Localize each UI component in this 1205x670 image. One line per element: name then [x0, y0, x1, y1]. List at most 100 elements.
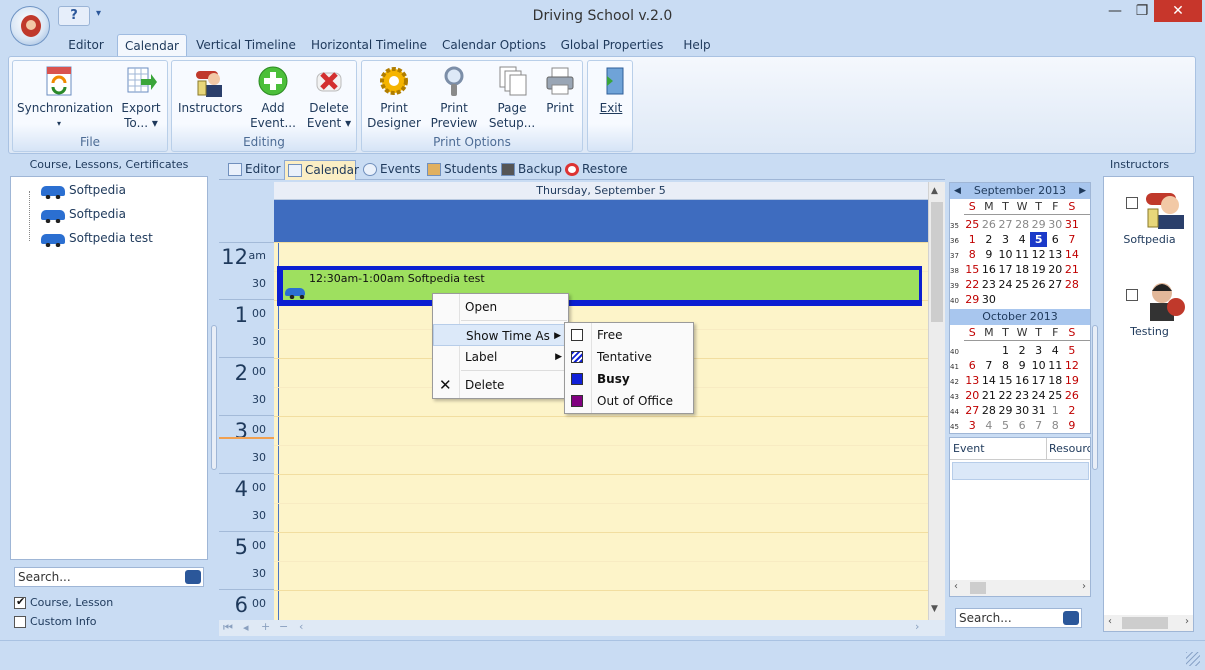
week-row: 42 13 14 15 16 17 18 19	[950, 374, 1079, 387]
resize-grip-icon[interactable]	[1186, 652, 1200, 666]
week-row: 38 15 16 17 18 19 20 21	[950, 263, 1079, 276]
exit-button[interactable]: Exit	[592, 65, 630, 116]
menu-item-tentative[interactable]: Tentative	[565, 346, 693, 368]
prev-month-icon[interactable]: ◀	[954, 183, 961, 199]
selected-day[interactable]: 5	[1030, 232, 1047, 247]
events-search-input[interactable]: Search...	[955, 608, 1082, 628]
mini-calendar: ◀ September 2013 ▶ SMTWTFS 35 25 26 27 28 29 3…	[949, 182, 1091, 434]
next-month-icon[interactable]: ▶	[1079, 183, 1086, 199]
context-menu: Open Show Time As ▶ Label ▶ ✕ Delete	[432, 293, 569, 399]
menu-item-label[interactable]: Label ▶	[433, 346, 568, 368]
instructors-list: Softpedia Testing ‹ ›	[1103, 176, 1194, 632]
group-label-editing: Editing	[243, 135, 285, 149]
tree-item[interactable]: Softpedia test	[41, 231, 153, 251]
instructors-panel-title: Instructors	[1110, 158, 1170, 171]
week-row: 37 8 9 10 11 12 13 14	[950, 248, 1079, 261]
week-row: 39 22 23 24 25 26 27 28	[950, 278, 1079, 291]
left-search-input[interactable]: Search...	[14, 567, 204, 587]
remove-icon[interactable]: −	[279, 620, 288, 633]
view-tab-calendar[interactable]: Calendar	[284, 160, 359, 180]
column-header-event[interactable]: Event	[953, 438, 985, 459]
right-splitter[interactable]	[1092, 325, 1098, 470]
view-tab-backup[interactable]: Backup	[498, 160, 562, 180]
minimize-button[interactable]: —	[1100, 0, 1130, 22]
week-row: 40 29 30	[950, 293, 996, 306]
menu-item-free[interactable]: Free	[565, 324, 693, 346]
week-row: 36 1 2 3 4 5 6 7	[950, 232, 1076, 247]
instructor-item[interactable]: Testing	[1104, 269, 1195, 349]
restore-button[interactable]: ❐	[1130, 0, 1154, 22]
hour-slot-label: 5 00 30	[219, 532, 274, 590]
students-icon	[427, 163, 441, 176]
nav-first-icon[interactable]: ⏮	[223, 621, 233, 635]
print-button[interactable]: Print	[540, 65, 580, 116]
add-icon	[257, 65, 289, 97]
synchronization-button[interactable]: Synchronization ▾	[17, 65, 113, 131]
page-setup-button[interactable]: Page Setup...	[486, 65, 538, 131]
column-header-resource[interactable]: Resource	[1046, 438, 1090, 459]
tab-global-properties[interactable]: Global Properties	[556, 34, 668, 57]
instructor-item[interactable]: Softpedia	[1104, 177, 1195, 257]
table-row[interactable]	[952, 462, 1089, 480]
tentative-swatch	[571, 351, 583, 363]
binoculars-icon[interactable]	[185, 570, 201, 584]
add-icon[interactable]: +	[261, 620, 270, 633]
print-designer-button[interactable]: Print Designer	[366, 65, 422, 131]
close-button[interactable]: ✕	[1154, 0, 1202, 22]
checkbox-icon[interactable]	[1126, 289, 1138, 301]
export-to-button[interactable]: Export To... ▾	[117, 65, 165, 131]
all-day-area[interactable]	[274, 200, 928, 242]
tab-horizontal-timeline[interactable]: Horizontal Timeline	[305, 34, 433, 57]
group-file: Synchronization ▾ Export To... ▾ File	[12, 60, 168, 152]
events-horizontal-scrollbar[interactable]: ‹ ›	[950, 580, 1090, 596]
delete-icon	[313, 65, 345, 97]
app-menu-orb[interactable]	[10, 6, 50, 46]
scroll-right-icon[interactable]: ›	[915, 620, 919, 633]
checkbox-icon	[14, 616, 26, 628]
sync-icon	[43, 65, 75, 97]
instructor-avatar	[1144, 185, 1188, 229]
day-vertical-scrollbar[interactable]: ▲ ▼	[928, 182, 945, 620]
tree-item[interactable]: Softpedia	[41, 183, 126, 203]
view-tab-editor[interactable]: Editor	[225, 160, 283, 180]
view-tab-students[interactable]: Students	[424, 160, 498, 180]
scroll-left-icon[interactable]: ‹	[299, 620, 303, 633]
group-print-options: Print Designer Print Preview Page Setup... …	[361, 60, 583, 152]
appointment[interactable]: 12:30am-1:00am Softpedia test	[277, 266, 922, 306]
custom-info-checkbox[interactable]: Custom Info	[14, 615, 96, 628]
binoculars-icon[interactable]	[1063, 611, 1079, 625]
course-lesson-checkbox[interactable]: Course, Lesson	[14, 595, 113, 609]
add-event-button[interactable]: Add Event...	[248, 65, 298, 131]
instructors-button[interactable]: Instructors	[178, 65, 242, 116]
instructors-horizontal-scrollbar[interactable]: ‹ ›	[1104, 615, 1193, 631]
magnifier-icon	[438, 65, 470, 97]
menu-item-out-of-office[interactable]: Out of Office	[565, 390, 693, 412]
menu-item-delete[interactable]: ✕ Delete	[433, 374, 568, 396]
view-tab-events[interactable]: Events	[360, 160, 422, 180]
menu-item-open[interactable]: Open	[433, 296, 568, 318]
menu-item-busy[interactable]: Busy	[565, 368, 693, 390]
tab-calendar[interactable]: Calendar	[117, 34, 187, 57]
tab-editor[interactable]: Editor	[56, 34, 116, 57]
menu-item-show-time-as[interactable]: Show Time As ▶	[433, 324, 568, 346]
group-exit: Exit	[587, 60, 633, 152]
week-row: 44 27 28 29 30 31 1 2	[950, 404, 1076, 417]
checkbox-icon[interactable]	[1126, 197, 1138, 209]
week-row: 43 20 21 22 23 24 25 26	[950, 389, 1079, 402]
tab-calendar-options[interactable]: Calendar Options	[438, 34, 550, 57]
view-tab-restore[interactable]: Restore	[562, 160, 628, 180]
calendar-icon	[288, 164, 302, 177]
print-preview-button[interactable]: Print Preview	[426, 65, 482, 131]
show-time-as-submenu: Free Tentative Busy Out of Office	[564, 322, 694, 414]
delete-event-button[interactable]: Delete Event ▾	[302, 65, 356, 131]
nav-prev-icon[interactable]: ◂	[243, 621, 249, 634]
tab-vertical-timeline[interactable]: Vertical Timeline	[192, 34, 300, 57]
week-row: 41 6 7 8 9 10 11 12	[950, 359, 1079, 372]
ribbon: Synchronization ▾ Export To... ▾ File Inst…	[8, 56, 1196, 154]
left-splitter[interactable]	[211, 325, 217, 470]
status-bar	[0, 640, 1205, 670]
tab-help[interactable]: Help	[674, 34, 720, 57]
tree-item[interactable]: Softpedia	[41, 207, 126, 227]
hour-slot-label: 1 00 30	[219, 300, 274, 358]
group-editing: Instructors Add Event... Delete Event ▾ Ed…	[171, 60, 357, 152]
